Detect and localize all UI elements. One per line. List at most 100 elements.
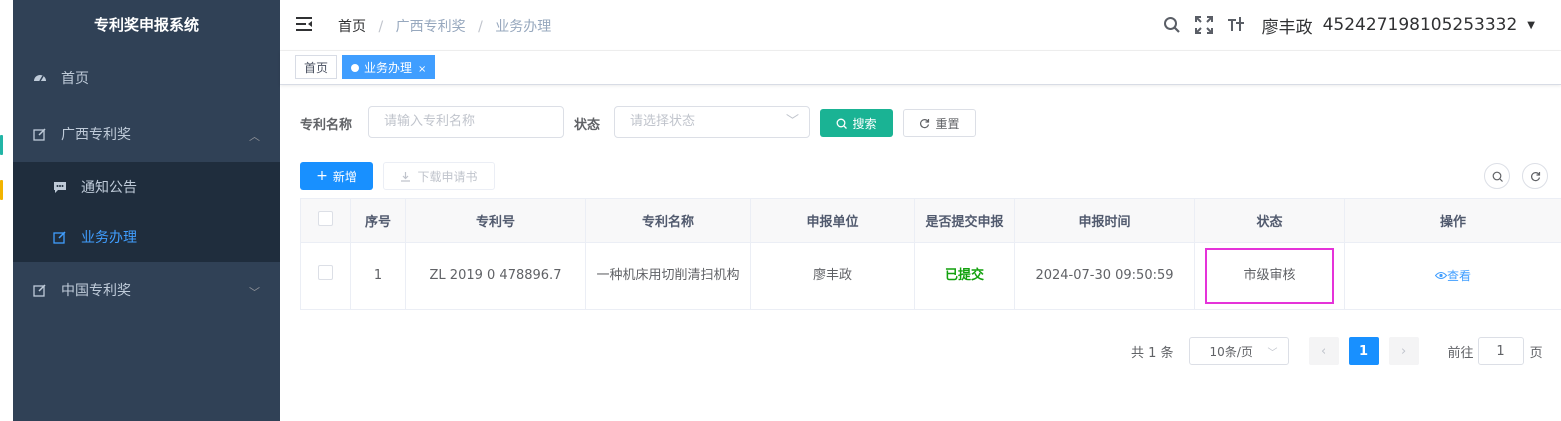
plus-icon: + bbox=[316, 168, 328, 184]
sidebar-item-china[interactable]: 中国专利奖 ﹀ bbox=[13, 262, 280, 318]
column-header: 申报单位 bbox=[750, 198, 915, 243]
sidebar-item-business[interactable]: 业务办理 bbox=[13, 212, 280, 262]
sidebar-item-notice[interactable]: 通知公告 bbox=[13, 162, 280, 212]
search-button[interactable]: 搜索 bbox=[820, 109, 893, 137]
column-header: 申报时间 bbox=[1014, 198, 1195, 243]
select-all-checkbox[interactable] bbox=[318, 211, 333, 226]
status-placeholder: 请选择状态 bbox=[630, 114, 696, 129]
row-checkbox[interactable] bbox=[318, 265, 333, 280]
reset-button[interactable]: 重置 bbox=[903, 109, 976, 137]
status-label: 状态 bbox=[574, 118, 601, 133]
sidebar-item-label: 首页 bbox=[61, 71, 89, 87]
applicant-unit: 廖丰政 bbox=[750, 242, 915, 310]
apply-time: 2024-07-30 09:50:59 bbox=[1014, 242, 1195, 310]
font-size-icon[interactable] bbox=[1226, 15, 1246, 35]
download-icon bbox=[401, 171, 411, 182]
add-button-label: 新增 bbox=[332, 169, 357, 184]
reset-button-label: 重置 bbox=[935, 116, 960, 131]
select-all-cell[interactable] bbox=[300, 198, 351, 243]
breadcrumb-home[interactable]: 首页 bbox=[338, 19, 366, 35]
navbar: 首页 / 广西专利奖 / 业务办理 廖丰政 452427198105253332… bbox=[280, 0, 1561, 51]
chevron-down-icon: ﹀ bbox=[1267, 347, 1278, 359]
goto-page-input[interactable]: 1 bbox=[1477, 337, 1524, 365]
toggle-search-button[interactable] bbox=[1484, 163, 1510, 189]
tags-view: 首页 业务办理 × bbox=[280, 51, 1561, 85]
active-dot-icon bbox=[351, 63, 359, 72]
pagination: 共 1 条 10条/页 ﹀ ‹ 1 › 前往 1 页 bbox=[1131, 337, 1543, 365]
table-row: 1 ZL 2019 0 478896.7 一种机床用切削清扫机构 廖丰政 已提交… bbox=[300, 242, 1561, 310]
edit-icon bbox=[33, 283, 47, 297]
refresh-button[interactable] bbox=[1522, 163, 1548, 189]
refresh-icon bbox=[920, 118, 930, 128]
chevron-down-icon: ﹀ bbox=[785, 114, 799, 129]
edit-icon bbox=[33, 127, 47, 141]
fullscreen-icon[interactable] bbox=[1194, 15, 1214, 35]
page-size-value: 10条/页 bbox=[1209, 344, 1253, 359]
tag-label: 首页 bbox=[304, 61, 329, 75]
row-index: 1 bbox=[350, 242, 406, 310]
column-header: 专利名称 bbox=[585, 198, 751, 243]
data-table: 序号 专利号 专利名称 申报单位 是否提交申报 申报时间 状态 操作 1 ZL … bbox=[300, 198, 1561, 310]
chevron-up-icon: ︿ bbox=[249, 130, 260, 143]
tag-home[interactable]: 首页 bbox=[295, 55, 338, 79]
status-select[interactable]: 请选择状态 ﹀ bbox=[614, 106, 810, 138]
sidebar-item-label: 通知公告 bbox=[81, 180, 137, 196]
patent-name-input[interactable]: 请输入专利名称 bbox=[368, 106, 564, 138]
right-menu: 廖丰政 452427198105253332 ▼ bbox=[1156, 0, 1561, 50]
next-page-button[interactable]: › bbox=[1388, 337, 1419, 365]
status-highlight: 市级审核 bbox=[1205, 248, 1334, 304]
submenu-guangxi: 通知公告 业务办理 bbox=[13, 162, 280, 262]
row-select-cell[interactable] bbox=[300, 242, 351, 310]
search-icon bbox=[837, 118, 848, 129]
column-header: 状态 bbox=[1194, 198, 1345, 243]
view-link[interactable]: 查看 bbox=[1434, 268, 1471, 283]
prev-page-button[interactable]: ‹ bbox=[1308, 337, 1339, 365]
sidebar-item-label: 广西专利奖 bbox=[61, 127, 131, 143]
status-cell: 市级审核 bbox=[1194, 242, 1345, 310]
column-header: 专利号 bbox=[405, 198, 586, 243]
chevron-down-icon: ﹀ bbox=[249, 286, 260, 299]
column-header: 序号 bbox=[350, 198, 406, 243]
breadcrumb-separator: / bbox=[378, 19, 384, 35]
eye-icon bbox=[1434, 271, 1448, 279]
table-header-row: 序号 专利号 专利名称 申报单位 是否提交申报 申报时间 状态 操作 bbox=[300, 198, 1561, 243]
chevron-left-icon: ‹ bbox=[1320, 343, 1327, 359]
action-cell: 查看 bbox=[1344, 242, 1561, 310]
patent-number: ZL 2019 0 478896.7 bbox=[405, 242, 586, 310]
sidebar-item-guangxi[interactable]: 广西专利奖 ︿ bbox=[13, 106, 280, 162]
submitted-cell: 已提交 bbox=[914, 242, 1015, 310]
download-button-label: 下载申请书 bbox=[417, 169, 478, 184]
download-button[interactable]: 下载申请书 bbox=[383, 162, 495, 190]
page-size-select[interactable]: 10条/页 ﹀ bbox=[1188, 337, 1289, 365]
caret-down-icon[interactable]: ▼ bbox=[1527, 20, 1535, 31]
close-icon[interactable]: × bbox=[418, 64, 426, 75]
user-name[interactable]: 廖丰政 bbox=[1262, 13, 1313, 38]
hamburger-icon[interactable] bbox=[296, 17, 312, 35]
add-button[interactable]: + 新增 bbox=[300, 162, 373, 190]
goto-label: 前往 bbox=[1447, 345, 1474, 361]
tag-label: 业务办理 bbox=[364, 61, 413, 75]
main-area: 首页 / 广西专利奖 / 业务办理 廖丰政 452427198105253332… bbox=[280, 0, 1561, 421]
column-header: 操作 bbox=[1344, 198, 1561, 243]
search-button-label: 搜索 bbox=[852, 116, 877, 131]
search-icon bbox=[1492, 171, 1503, 182]
sidebar-item-home[interactable]: 首页 bbox=[13, 50, 280, 106]
sidebar-item-label: 业务办理 bbox=[81, 230, 137, 246]
background-window-edge bbox=[0, 0, 14, 421]
breadcrumb-separator: / bbox=[478, 19, 483, 35]
refresh-icon bbox=[1530, 171, 1540, 181]
pagination-total: 共 1 条 bbox=[1131, 345, 1174, 361]
search-icon[interactable] bbox=[1162, 15, 1182, 35]
app-title: 专利奖申报系统 bbox=[93, 16, 199, 34]
dashboard-icon bbox=[33, 71, 47, 85]
patent-name-placeholder: 请输入专利名称 bbox=[384, 114, 476, 129]
page-number-button[interactable]: 1 bbox=[1348, 337, 1379, 365]
breadcrumb: 首页 / 广西专利奖 / 业务办理 bbox=[338, 16, 551, 36]
patent-name-label: 专利名称 bbox=[300, 118, 353, 133]
submitted-status: 已提交 bbox=[944, 268, 984, 283]
sidebar: 专利奖申报系统 首页 广西专利奖 ︿ 通知公告 业务办理 中国专利奖 ﹀ bbox=[13, 0, 280, 421]
user-id[interactable]: 452427198105253332 bbox=[1323, 15, 1518, 35]
view-link-label: 查看 bbox=[1446, 268, 1471, 283]
breadcrumb-guangxi: 广西专利奖 bbox=[395, 19, 466, 35]
tag-business[interactable]: 业务办理 × bbox=[342, 55, 436, 79]
